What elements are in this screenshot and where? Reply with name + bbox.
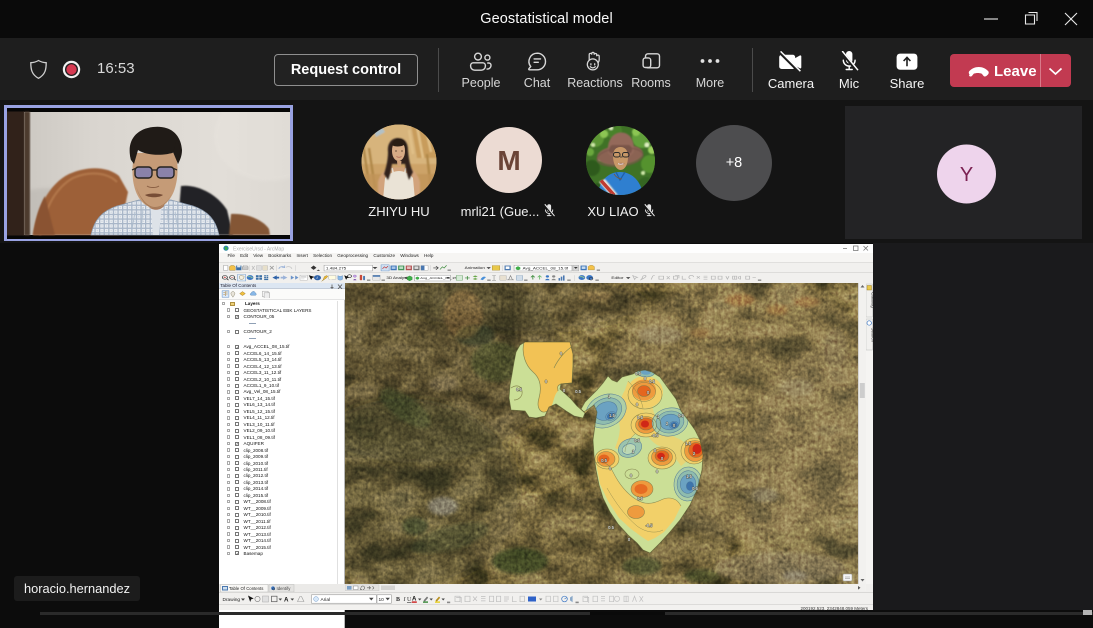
svg-text:I: I bbox=[402, 597, 406, 603]
svg-text:1.5: 1.5 bbox=[609, 413, 615, 418]
svg-text:Avg_ACCEL_08_15.tif: Avg_ACCEL_08_15.tif bbox=[420, 277, 461, 280]
svg-text:Leave: Leave bbox=[994, 63, 1037, 80]
svg-text:Drawing: Drawing bbox=[222, 597, 240, 603]
svg-text:0.5: 0.5 bbox=[634, 438, 640, 443]
svg-text:10: 10 bbox=[378, 597, 384, 603]
svg-text:A: A bbox=[284, 596, 289, 603]
svg-text:0.5: 0.5 bbox=[516, 387, 522, 392]
svg-text:Catalog: Catalog bbox=[870, 292, 873, 308]
svg-text:Identify: Identify bbox=[277, 586, 292, 591]
svg-text:0.5: 0.5 bbox=[608, 525, 614, 530]
svg-text:0.5: 0.5 bbox=[649, 379, 655, 384]
svg-text:1.484.275: 1.484.275 bbox=[325, 265, 346, 269]
svg-text:1.5: 1.5 bbox=[685, 441, 691, 446]
svg-text:1.5: 1.5 bbox=[686, 474, 692, 479]
svg-text:0.5: 0.5 bbox=[637, 496, 643, 501]
svg-text:Search: Search bbox=[870, 327, 873, 342]
svg-text:B: B bbox=[396, 597, 400, 603]
svg-text:0.5: 0.5 bbox=[601, 458, 607, 463]
svg-text:-0.5: -0.5 bbox=[645, 523, 653, 528]
svg-text:Editor: Editor bbox=[611, 276, 624, 280]
svg-text:Avg_ACCEL_08_15.tif: Avg_ACCEL_08_15.tif bbox=[522, 265, 568, 269]
svg-text:0.5: 0.5 bbox=[637, 415, 643, 420]
svg-text:Table Of Contents: Table Of Contents bbox=[229, 586, 263, 591]
svg-text:-0.5: -0.5 bbox=[651, 433, 659, 438]
svg-text:M: M bbox=[497, 145, 520, 176]
svg-text:+8: +8 bbox=[726, 155, 743, 171]
svg-text:Arial: Arial bbox=[320, 597, 330, 603]
svg-text:Y: Y bbox=[960, 164, 973, 186]
svg-text:0.5: 0.5 bbox=[692, 486, 698, 491]
svg-text:0.5: 0.5 bbox=[678, 413, 684, 418]
svg-text:Animation: Animation bbox=[464, 265, 484, 269]
svg-text:ExerciseUrsd - ArcMap: ExerciseUrsd - ArcMap bbox=[233, 246, 284, 252]
svg-text:0.5: 0.5 bbox=[575, 389, 581, 394]
svg-text:0.5: 0.5 bbox=[635, 371, 641, 376]
